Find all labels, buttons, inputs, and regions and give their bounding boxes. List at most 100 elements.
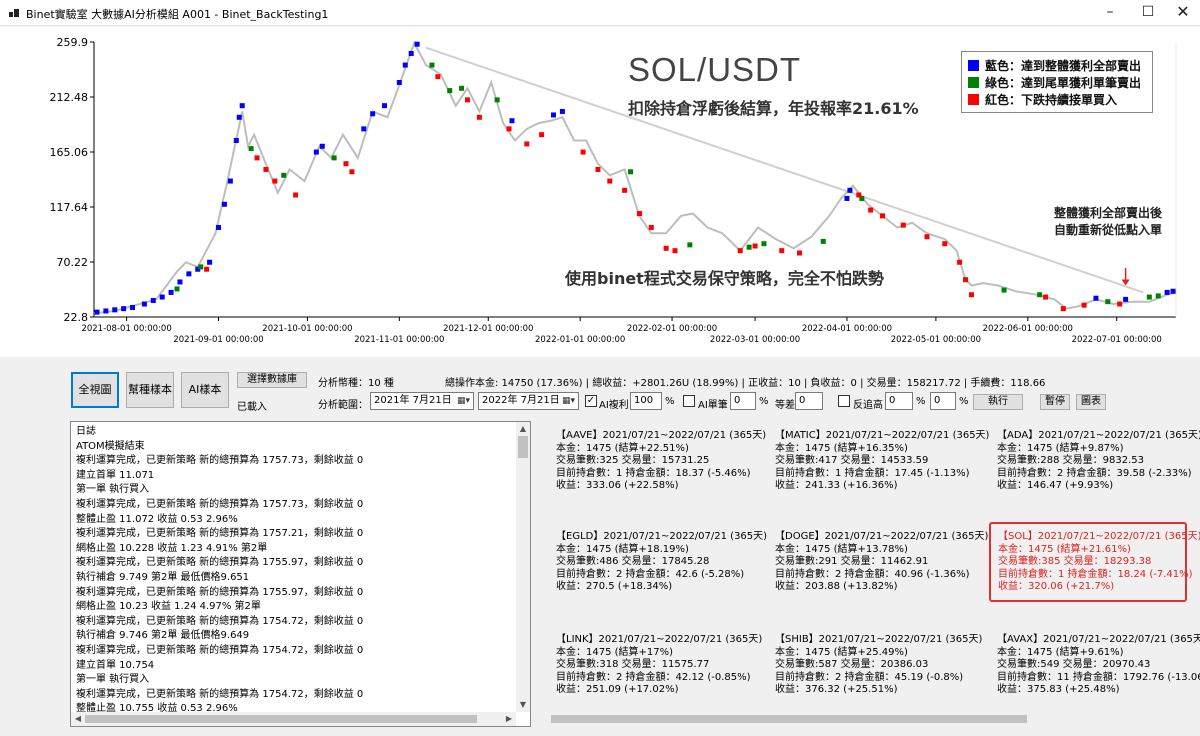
log-line: 複利運算完成，已更新策略 新的總預算為 1757.21，剩餘收益 0 xyxy=(76,528,364,540)
coin-card-line: 本金：1475 (結算+16.35%) xyxy=(775,442,908,454)
full-view-button[interactable]: 全視圖 xyxy=(71,372,119,408)
scroll-right-icon[interactable]: ▶ xyxy=(502,712,516,726)
ai-compound-input[interactable]: 100 xyxy=(630,392,662,410)
ai-compound-checkbox[interactable]: ✓ xyxy=(585,395,597,407)
scroll-down-icon[interactable]: ▼ xyxy=(516,698,530,712)
marker-blue xyxy=(221,201,227,207)
scroll-left-icon[interactable]: ◀ xyxy=(71,712,85,726)
app-icon xyxy=(9,9,19,17)
marker-red xyxy=(580,149,586,155)
help-sample-button[interactable]: 幫種樣本 xyxy=(126,372,174,408)
ai-sample-button[interactable]: AI樣本 xyxy=(181,372,229,408)
results-horizontal-scrollbar[interactable] xyxy=(537,712,1200,726)
coin-card[interactable]: 【SHIB】2021/07/21~2022/07/21 (365天) 本金：147… xyxy=(775,634,985,697)
x-tick-label: 2021-09-01 00:00:00 xyxy=(173,335,263,345)
log-list: 日誌 ATOM模擬結束 複利運算完成，已更新策略 新的總預算為 1757.73，剩餘… xyxy=(76,425,516,717)
coin-card[interactable]: 【AVAX】2021/07/21~2022/07/21 (365天) 本金：147… xyxy=(997,634,1200,697)
log-line: 網格止盈 10.228 收益 1.23 4.91% 第2單 xyxy=(76,542,268,554)
scroll-thumb[interactable] xyxy=(85,715,477,723)
legend-label: 紅色：下跌持續接單買入 xyxy=(985,93,1118,107)
chart-note-line: 整體獲利全部賣出後 xyxy=(1053,206,1162,220)
marker-blue xyxy=(382,103,388,109)
marker-red xyxy=(1043,294,1049,300)
x-tick-label: 2022-01-01 00:00:00 xyxy=(535,335,625,345)
marker-red xyxy=(539,132,545,138)
marker-red xyxy=(607,178,613,184)
coin-card[interactable]: 【SOL】2021/07/21~2022/07/21 (365天) 本金：1475… xyxy=(989,522,1200,602)
x-tick-label: 2022-05-01 00:00:00 xyxy=(891,335,981,345)
marker-red xyxy=(737,248,743,254)
close-icon[interactable]: ✕ xyxy=(1164,0,1200,26)
marker-green xyxy=(429,62,435,68)
log-panel[interactable]: 日誌 ATOM模擬結束 複利運算完成，已更新策略 新的總預算為 1757.73，剩餘… xyxy=(70,421,531,727)
coin-card[interactable]: 【EGLD】2021/07/21~2022/07/21 (365天) 本金：147… xyxy=(556,531,768,594)
marker-red xyxy=(856,192,862,198)
coin-card-line: 【EGLD】2021/07/21~2022/07/21 (365天) xyxy=(556,531,768,542)
reverse-chase-input-2[interactable]: 0 xyxy=(930,392,956,410)
marker-red xyxy=(343,161,349,167)
reverse-chase-checkbox[interactable] xyxy=(838,395,850,407)
log-vertical-scrollbar[interactable]: ▲ ▼ xyxy=(516,422,530,712)
coin-card[interactable]: 【ADA】2021/07/21~2022/07/21 (365天) 本金：1475… xyxy=(997,430,1200,493)
coin-card[interactable]: 【AAVE】2021/07/21~2022/07/21 (365天) 本金：147… xyxy=(556,430,766,493)
scroll-up-icon[interactable]: ▲ xyxy=(516,422,530,436)
coin-card[interactable]: 【DOGE】2021/07/21~2022/07/21 (365天) 本金：147… xyxy=(775,531,988,594)
marker-red xyxy=(957,259,963,265)
marker-red xyxy=(636,211,642,217)
marker-red xyxy=(622,187,628,193)
coin-card-line: 目前持倉數：2 持倉金額：42.6 (-5.28%) xyxy=(556,568,745,580)
maximize-icon[interactable]: ☐ xyxy=(1129,0,1167,26)
coin-card-line: 收益：251.09 (+17.02%) xyxy=(556,684,679,695)
scroll-thumb[interactable] xyxy=(551,715,1027,723)
marker-red xyxy=(435,74,441,80)
coin-card-line: 目前持倉數：2 持倉金額：42.12 (-0.85%) xyxy=(556,671,751,683)
minimize-icon[interactable]: – xyxy=(1091,0,1129,26)
marker-red xyxy=(293,192,299,198)
marker-blue xyxy=(112,307,118,313)
window-title: Binet實驗室 大數據AI分析模組 A001 - Binet_BackTest… xyxy=(26,8,329,21)
y-tick-label: 22.8 xyxy=(64,311,89,324)
marker-green xyxy=(687,242,693,248)
percent-label: % xyxy=(759,396,769,407)
log-horizontal-scrollbar[interactable]: ◀ ▶ xyxy=(71,712,516,726)
calendar-icon[interactable]: ▦▾ xyxy=(562,395,576,407)
marker-red xyxy=(349,169,355,175)
log-line: 網格止盈 10.23 收益 1.24 4.97% 第2單 xyxy=(76,601,261,613)
coin-card-line: 目前持倉數：1 持倉金額：18.24 (-7.41%) xyxy=(998,568,1193,580)
marker-blue xyxy=(1093,295,1099,301)
pause-button[interactable]: 暫停 xyxy=(1040,394,1070,410)
marker-green xyxy=(494,97,500,103)
select-database-button[interactable]: 選擇數據庫 xyxy=(237,372,307,388)
date-from-picker[interactable]: 2021年 7月21日 ▦▾ xyxy=(370,392,474,410)
ai-single-checkbox[interactable] xyxy=(683,395,695,407)
execute-button[interactable]: 執行 xyxy=(973,394,1023,410)
log-line: 複利運算完成，已更新策略 新的總預算為 1757.73，剩餘收益 0 xyxy=(76,498,364,510)
marker-blue xyxy=(550,112,556,118)
marker-green xyxy=(1001,287,1007,293)
chart-button[interactable]: 圖表 xyxy=(1076,394,1106,410)
date-to-picker[interactable]: 2022年 7月21日 ▦▾ xyxy=(478,392,579,410)
marker-red xyxy=(942,241,948,247)
coin-card-line: 本金：1475 (結算+9.61%) xyxy=(997,646,1124,658)
marker-red xyxy=(797,250,803,256)
coin-card[interactable]: 【LINK】2021/07/21~2022/07/21 (365天) 本金：147… xyxy=(556,634,766,697)
marker-blue xyxy=(168,289,174,295)
marker-red xyxy=(880,213,886,219)
marker-blue xyxy=(103,308,109,314)
calendar-icon[interactable]: ▦▾ xyxy=(457,395,471,407)
x-tick-label: 2022-04-01 00:00:00 xyxy=(802,324,892,334)
ai-single-input[interactable]: 0 xyxy=(730,392,756,410)
marker-red xyxy=(524,141,530,147)
marker-green xyxy=(281,172,287,178)
marker-blue xyxy=(559,108,565,114)
log-line: 執行補倉 9.749 第2單 最低價格9.651 xyxy=(76,571,250,583)
scroll-thumb[interactable] xyxy=(518,436,528,458)
coin-card-line: 收益：146.47 (+9.93%) xyxy=(997,480,1114,491)
marker-blue xyxy=(361,126,367,132)
x-tick-label: 2022-02-01 00:00:00 xyxy=(627,324,717,334)
equal-diff-input[interactable]: 0 xyxy=(795,392,823,410)
coin-card[interactable]: 【MATIC】2021/07/21~2022/07/21 (365天) 本金：14… xyxy=(775,430,989,493)
coin-card-line: 【ADA】2021/07/21~2022/07/21 (365天) xyxy=(997,430,1200,441)
reverse-chase-input-1[interactable]: 0 xyxy=(885,392,913,410)
chart-note-line: 自動重新從低點入單 xyxy=(1053,223,1162,237)
